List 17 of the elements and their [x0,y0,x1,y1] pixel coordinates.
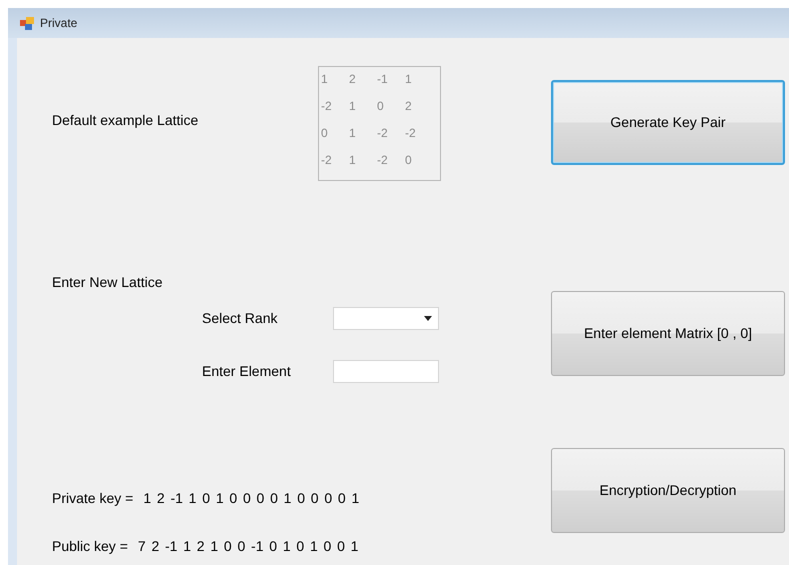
rank-dropdown[interactable] [333,307,439,330]
element-label: Enter Element [202,362,292,381]
rank-label: Select Rank [202,309,278,328]
new-lattice-label: Enter New Lattice [52,273,162,292]
window-title: Private [40,15,78,32]
element-input[interactable] [333,360,439,383]
key-label: Private key = [52,489,134,508]
app-icon [20,16,34,30]
default-lattice-label: Default example Lattice [52,111,200,130]
action-button[interactable]: Encryption/Decryption [551,448,785,533]
dropdown-arrow-icon [424,316,432,321]
lattice-matrix: 1 2 -1 1 -2 1 0 2 0 1 -2 -2 -2 1 -2 0 [318,66,441,181]
action-button[interactable]: Enter element Matrix [0 , 0] [551,291,785,376]
key-value: 1 2 -1 1 0 1 0 0 0 0 1 0 0 0 0 1 [143,489,360,508]
key-label: Public key = [52,537,128,556]
action-button[interactable]: Generate Key Pair [551,80,785,165]
key-value: 7 2 -1 1 2 1 0 0 -1 0 1 0 1 0 0 1 [138,537,358,556]
